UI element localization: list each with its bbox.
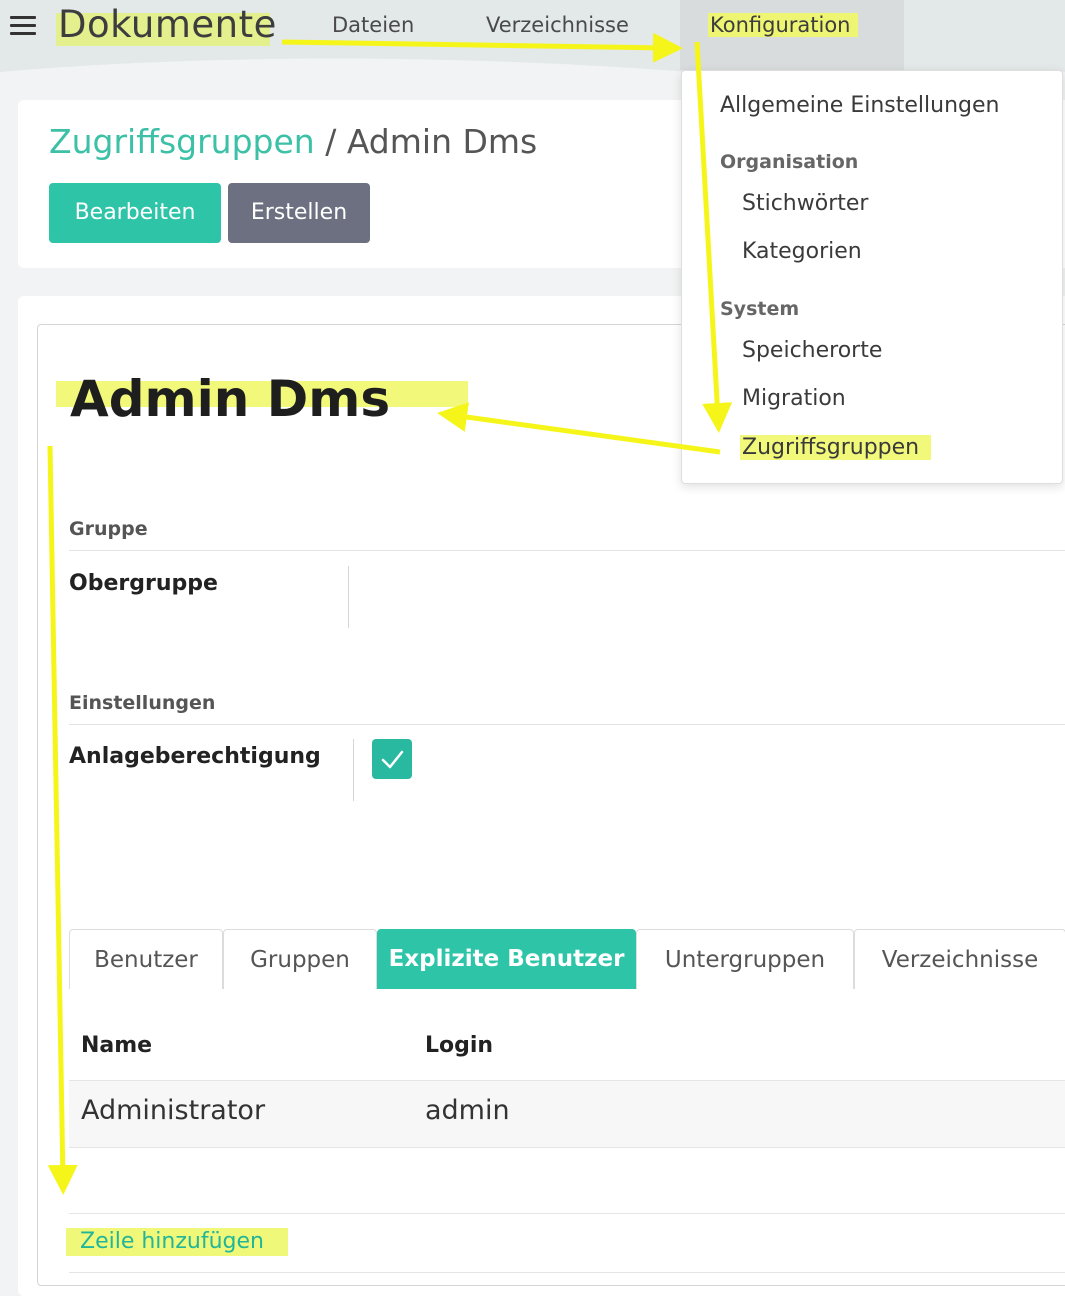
nav-item-konfiguration[interactable]: Konfiguration	[708, 13, 859, 37]
breadcrumb: Zugriffsgruppen / Admin Dms	[49, 122, 537, 161]
group-separator	[69, 550, 1065, 551]
record-title: Admin Dms	[70, 370, 391, 428]
menu-item-access-groups[interactable]: Zugriffsgruppen	[740, 435, 932, 460]
menu-section-system: System	[720, 298, 800, 320]
checkmark-icon	[381, 750, 404, 769]
field-divider	[353, 739, 354, 801]
create-permission-label: Anlageberechtigung	[69, 744, 321, 769]
hamburger-menu-icon[interactable]	[10, 14, 36, 36]
tab-verzeichnisse[interactable]: Verzeichnisse	[854, 929, 1065, 989]
breadcrumb-current: Admin Dms	[346, 122, 538, 161]
tab-gruppen[interactable]: Gruppen	[223, 929, 377, 989]
create-button[interactable]: Erstellen	[228, 183, 370, 243]
tab-explizite-benutzer[interactable]: Explizite Benutzer	[377, 929, 636, 989]
nav-item-dateien[interactable]: Dateien	[332, 13, 414, 37]
menu-item-categories[interactable]: Kategorien	[742, 239, 862, 264]
menu-item-keywords[interactable]: Stichwörter	[742, 191, 868, 216]
breadcrumb-separator: /	[325, 122, 337, 161]
parent-group-label: Obergruppe	[69, 571, 218, 596]
column-header-login[interactable]: Login	[425, 1033, 493, 1058]
tab-benutzer[interactable]: Benutzer	[69, 929, 223, 989]
table-divider	[69, 1213, 1065, 1214]
menu-section-organisation: Organisation	[720, 151, 859, 173]
settings-heading: Einstellungen	[69, 692, 216, 714]
column-header-name[interactable]: Name	[81, 1033, 152, 1058]
group-heading: Gruppe	[69, 518, 148, 540]
configuration-dropdown-menu: Allgemeine Einstellungen Organisation St…	[681, 70, 1063, 484]
cell-login: admin	[425, 1095, 510, 1126]
cell-name: Administrator	[81, 1095, 266, 1126]
create-permission-checkbox[interactable]	[372, 739, 412, 779]
menu-item-migration[interactable]: Migration	[742, 386, 846, 411]
nav-item-verzeichnisse[interactable]: Verzeichnisse	[486, 13, 629, 37]
menu-item-general-settings[interactable]: Allgemeine Einstellungen	[720, 93, 999, 118]
field-divider	[348, 566, 349, 628]
breadcrumb-parent-link[interactable]: Zugriffsgruppen	[49, 122, 315, 161]
parent-group-field[interactable]	[360, 571, 1060, 601]
edit-button[interactable]: Bearbeiten	[49, 183, 221, 243]
menu-item-storage-locations[interactable]: Speicherorte	[742, 338, 882, 363]
add-row-link[interactable]: Zeile hinzufügen	[66, 1228, 288, 1256]
tab-untergruppen[interactable]: Untergruppen	[636, 929, 854, 989]
table-divider	[69, 1272, 1065, 1273]
app-title[interactable]: Dokumente	[56, 3, 279, 46]
settings-separator	[69, 724, 1065, 725]
